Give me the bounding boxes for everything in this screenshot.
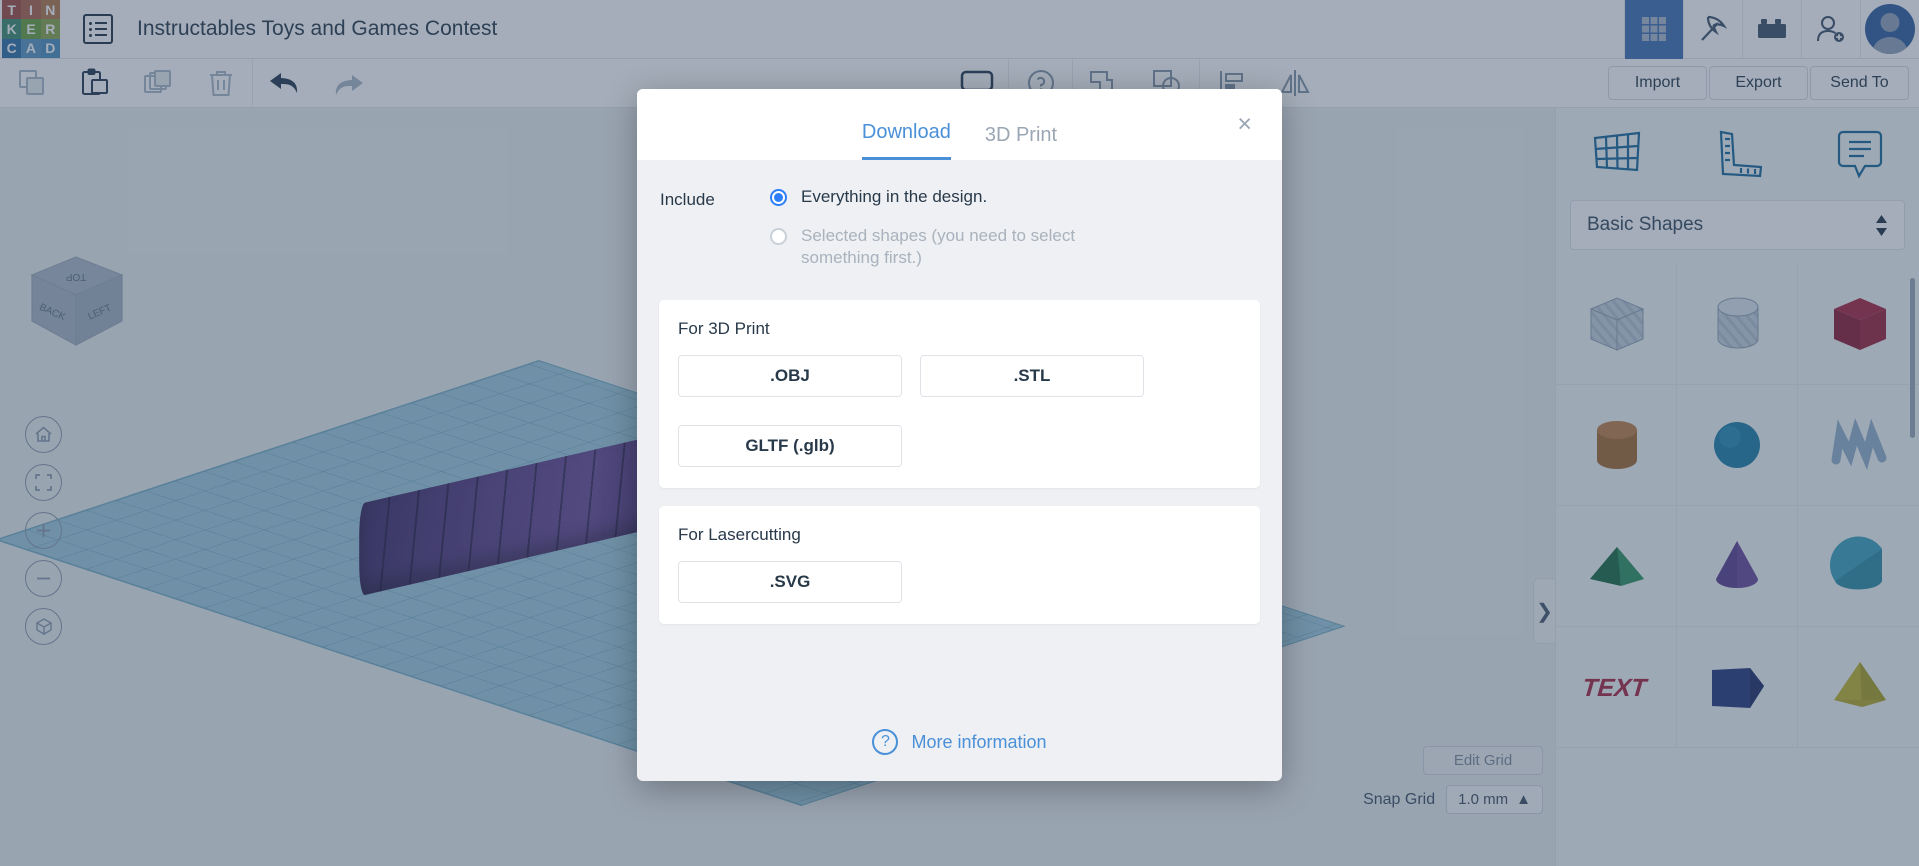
radio-label: Selected shapes (you need to select some… <box>801 225 1076 268</box>
modal-header: Download 3D Print × <box>637 89 1282 160</box>
download-modal: Download 3D Print × Include Everything i… <box>637 89 1282 781</box>
include-options: Everything in the design. Selected shape… <box>770 186 1260 286</box>
tab-3d-print[interactable]: 3D Print <box>985 124 1057 160</box>
tab-download[interactable]: Download <box>861 121 951 160</box>
question-circle-icon: ? <box>872 729 899 755</box>
modal-body: Include Everything in the design. Select… <box>637 160 1282 703</box>
card-title: For 3D Print <box>678 318 770 338</box>
download-svg-button[interactable]: .SVG <box>678 560 902 603</box>
radio-indicator <box>770 189 787 206</box>
radio-indicator <box>770 227 787 245</box>
format-buttons: .OBJ .STL GLTF (.glb) <box>678 354 1241 467</box>
radio-label: Everything in the design. <box>801 187 988 206</box>
card-lasercutting: For Lasercutting .SVG <box>659 505 1260 624</box>
modal-footer: ? More information <box>637 703 1282 781</box>
include-section: Include Everything in the design. Select… <box>659 186 1260 286</box>
card-3d-print: For 3D Print .OBJ .STL GLTF (.glb) <box>659 299 1260 488</box>
more-information-link[interactable]: More information <box>911 732 1046 753</box>
download-gltf-button[interactable]: GLTF (.glb) <box>678 424 902 467</box>
download-stl-button[interactable]: .STL <box>920 354 1144 397</box>
download-obj-button[interactable]: .OBJ <box>678 354 902 397</box>
radio-option-selected-shapes: Selected shapes (you need to select some… <box>770 225 1260 270</box>
include-label: Include <box>660 190 715 209</box>
format-buttons: .SVG <box>678 560 1241 603</box>
tinkercad-app: T I N K E R C A D Instructables Toys and… <box>0 0 1919 866</box>
close-icon[interactable]: × <box>1237 112 1252 137</box>
card-title: For Lasercutting <box>678 524 801 544</box>
radio-option-everything[interactable]: Everything in the design. <box>770 186 1260 209</box>
